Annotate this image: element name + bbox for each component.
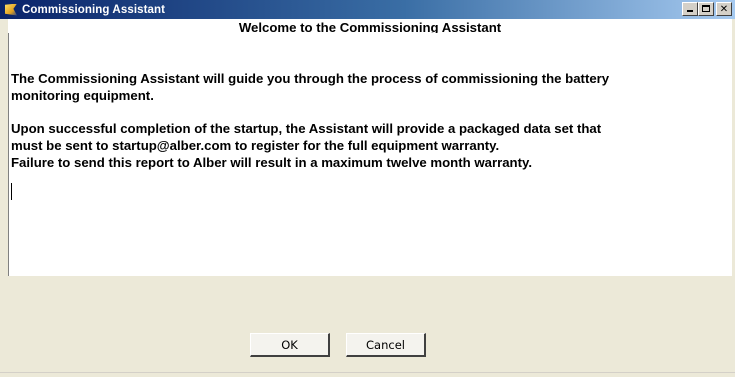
warranty-line-3: Failure to send this report to Alber wil… bbox=[11, 155, 533, 170]
cancel-button[interactable]: Cancel bbox=[346, 333, 426, 357]
close-icon: ✕ bbox=[719, 3, 729, 15]
window-title: Commissioning Assistant bbox=[22, 3, 166, 16]
minimize-button[interactable] bbox=[682, 2, 698, 16]
intro-line-1: The Commissioning Assistant will guide y… bbox=[11, 71, 610, 86]
warranty-paragraph: Upon successful completion of the startu… bbox=[11, 120, 729, 171]
alber-logo-icon bbox=[4, 3, 18, 17]
title-bar[interactable]: Commissioning Assistant ✕ bbox=[0, 0, 735, 19]
text-caret bbox=[11, 183, 12, 200]
minimize-icon bbox=[687, 10, 693, 12]
welcome-text-area[interactable]: The Commissioning Assistant will guide y… bbox=[8, 33, 732, 276]
intro-line-2: monitoring equipment. bbox=[11, 88, 154, 103]
warranty-line-1: Upon successful completion of the startu… bbox=[11, 121, 602, 136]
intro-paragraph: The Commissioning Assistant will guide y… bbox=[11, 70, 729, 104]
bottom-divider bbox=[0, 372, 735, 373]
maximize-icon bbox=[702, 5, 710, 12]
commissioning-dialog: Commissioning Assistant ✕ Welcome to the… bbox=[0, 0, 735, 377]
ok-button[interactable]: OK bbox=[250, 333, 330, 357]
maximize-button[interactable] bbox=[698, 2, 714, 16]
caption-buttons: ✕ bbox=[682, 2, 732, 16]
warranty-line-2: must be sent to startup@alber.com to reg… bbox=[11, 138, 500, 153]
close-button[interactable]: ✕ bbox=[716, 2, 732, 16]
